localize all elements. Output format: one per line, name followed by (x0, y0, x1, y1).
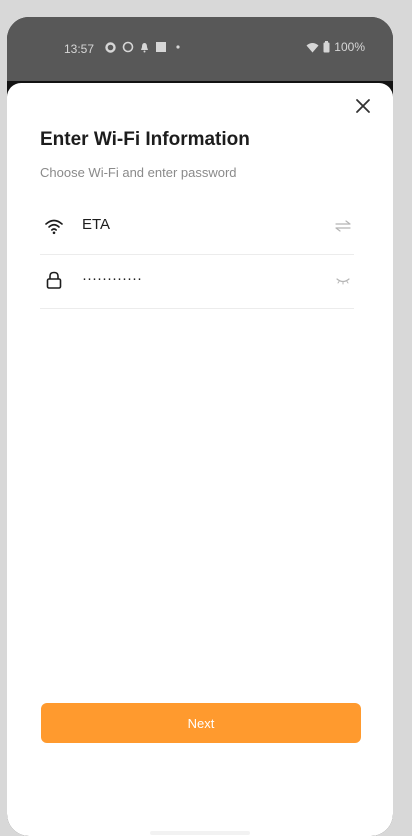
notification-icons (105, 39, 183, 55)
page-subtitle: Choose Wi-Fi and enter password (40, 165, 237, 180)
system-icons: 100% (306, 39, 365, 55)
status-time: 13:57 (64, 42, 95, 56)
wifi-ssid-field[interactable]: ETA (40, 200, 354, 255)
home-indicator[interactable] (150, 831, 250, 835)
ring-icon (105, 41, 116, 53)
wifi-bottom-sheet: Enter Wi-Fi Information Choose Wi-Fi and… (7, 83, 393, 836)
wifi-ssid-value: ETA (82, 216, 111, 233)
lock-icon (46, 271, 62, 289)
next-button[interactable]: Next (41, 703, 361, 743)
swap-icon[interactable] (334, 218, 352, 234)
close-icon (356, 99, 370, 113)
password-field[interactable]: ············ (40, 254, 354, 309)
page-title: Enter Wi-Fi Information (40, 129, 250, 150)
battery-percent: 100% (334, 40, 365, 54)
status-bar: 13:57 100% (7, 17, 393, 81)
close-button[interactable] (352, 95, 374, 117)
dot-icon (176, 45, 180, 49)
square-icon (156, 42, 166, 52)
battery-icon (323, 41, 330, 53)
phone-frame: 13:57 100% Enter Wi-Fi Information Choos… (7, 17, 393, 836)
circle-icon (122, 41, 134, 53)
wifi-icon (45, 219, 63, 235)
wifi-icon (306, 42, 319, 52)
eye-closed-icon[interactable] (334, 272, 352, 288)
password-value: ············ (82, 270, 142, 287)
bell-icon (141, 42, 148, 52)
